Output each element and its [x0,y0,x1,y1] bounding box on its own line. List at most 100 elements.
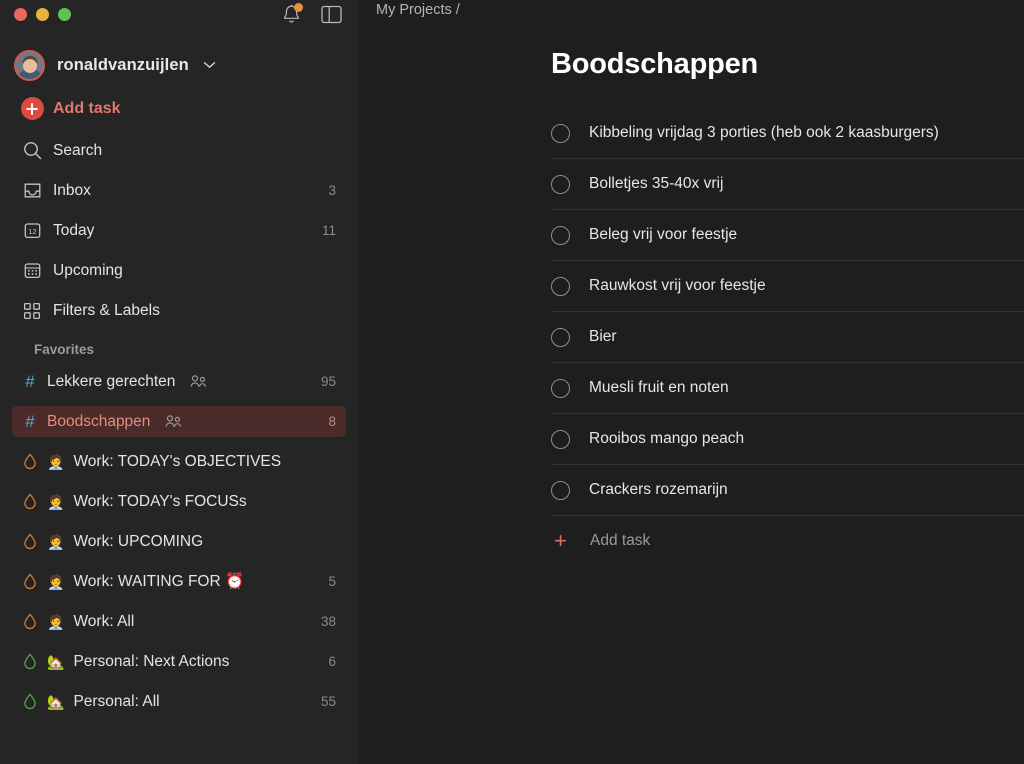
sidebar-favorite-label: Work: UPCOMING [73,532,204,550]
sidebar-favorite-item[interactable]: 🏡 Personal: All 55 [12,686,346,717]
sidebar-favorite-label: Work: TODAY's OBJECTIVES [73,452,282,470]
svg-text:12: 12 [28,227,36,236]
filter-drop-icon [24,613,36,630]
sidebar-favorite-label: Personal: Next Actions [73,652,230,670]
close-window-button[interactable] [14,7,27,21]
sidebar-item-inbox[interactable]: Inbox 3 [12,175,346,206]
project-view: Boodschappen Kibbeling vrijdag 3 porties… [358,18,1024,565]
sidebar-item-label: Today [53,221,95,239]
filter-drop-icon [24,533,36,550]
sidebar-item-label: Upcoming [53,261,123,279]
sidebar-favorite-item[interactable]: 🧑‍💼 Work: All 38 [12,606,346,637]
sidebar-item-search[interactable]: Search [12,135,346,166]
sidebar-favorite-label: Boodschappen [47,412,151,430]
task-row[interactable]: Bier [551,312,1024,363]
calendar-12-icon: 12 [24,223,40,239]
task-row[interactable]: Crackers rozemarijn [551,465,1024,516]
task-row[interactable]: Muesli fruit en noten [551,363,1024,414]
task-row[interactable]: Rooibos mango peach [551,414,1024,465]
task-label: Muesli fruit en noten [589,379,729,396]
sidebar-favorite-count: 38 [320,614,336,629]
sidebar-favorite-label: Work: All [73,612,135,630]
task-checkbox[interactable] [551,174,570,194]
sidebar-item-count: 11 [321,223,336,238]
notification-badge [294,3,303,12]
task-label: Rauwkost vrij voor feestje [589,277,766,294]
project-emoji: 🧑‍💼 [47,453,65,470]
shared-members-icon [166,415,182,427]
sidebar-favorite-label: Work: WAITING FOR ⏰ [73,573,245,590]
task-label: Crackers rozemarijn [589,481,728,498]
task-list: Kibbeling vrijdag 3 porties (heb ook 2 k… [551,108,1024,516]
sidebar-favorite-count: 55 [320,694,336,709]
task-label: Bier [589,328,617,345]
task-row[interactable]: Beleg vrij voor feestje [551,210,1024,261]
sidebar-favorite-item[interactable]: 🧑‍💼 Work: TODAY's OBJECTIVES [12,446,346,477]
sidebar-favorite-item[interactable]: 🧑‍💼 Work: UPCOMING [12,526,346,557]
sidebar-item-label: Filters & Labels [53,301,160,319]
avatar [14,49,45,81]
filter-drop-icon [24,653,36,670]
sidebar-favorite-count: 8 [328,414,336,429]
filters-labels-icon [23,302,41,319]
sidebar-item-filters-labels[interactable]: Filters & Labels [12,295,346,326]
project-emoji: 🏡 [47,653,65,670]
sidebar-item-count: 3 [328,183,336,198]
project-emoji: 🧑‍💼 [47,533,65,550]
sidebar: ronaldvanzuijlen Add task Search Inbox 3… [0,0,358,764]
maximize-window-button[interactable] [58,7,71,21]
main-content: My Projects / Boodschappen Kibbeling vri… [358,0,1024,764]
project-emoji: 🧑‍💼 [47,613,65,630]
page-title: Boodschappen [551,48,759,80]
filter-drop-icon [24,493,36,510]
filter-drop-icon [24,693,36,710]
sidebar-favorite-item[interactable]: 🏡 Personal: Next Actions 6 [12,646,346,677]
sidebar-favorite-label: Lekkere gerechten [47,372,176,390]
add-task-inline-label: Add task [590,532,651,549]
sidebar-item-label: Inbox [53,181,91,199]
sidebar-favorite-label: Personal: All [73,692,160,710]
sidebar-panel-icon[interactable] [321,5,342,24]
favorites-section-title: Favorites [34,342,95,357]
task-label: Beleg vrij voor feestje [589,226,738,243]
add-task-label: Add task [53,99,121,117]
sidebar-nav: Add task Search Inbox 3 12 Today 11 Upco… [0,93,358,717]
task-checkbox[interactable] [551,378,570,398]
task-checkbox[interactable] [551,429,570,449]
sidebar-favorite-count: 6 [328,654,336,669]
title-bar-actions [282,3,342,25]
inbox-icon [24,183,40,198]
app-window: ronaldvanzuijlen Add task Search Inbox 3… [0,0,1024,764]
breadcrumb[interactable]: My Projects / [358,0,1024,18]
sidebar-favorite-item[interactable]: # Boodschappen 8 [12,406,346,437]
sidebar-item-today[interactable]: 12 Today 11 [12,215,346,246]
task-checkbox[interactable] [551,480,570,500]
task-row[interactable]: Bolletjes 35-40x vrij [551,159,1024,210]
notifications-button[interactable] [282,3,303,25]
project-emoji: 🏡 [47,693,65,710]
task-checkbox[interactable] [551,225,570,245]
account-menu[interactable]: ronaldvanzuijlen [0,43,358,87]
sidebar-favorite-item[interactable]: 🧑‍💼 Work: TODAY's FOCUSs [12,486,346,517]
task-row[interactable]: Rauwkost vrij voor feestje [551,261,1024,312]
sidebar-favorite-count: 95 [320,374,336,389]
hash-icon: # [25,412,35,431]
chevron-down-icon [203,62,215,69]
task-row[interactable]: Kibbeling vrijdag 3 porties (heb ook 2 k… [551,108,1024,159]
shared-members-icon [191,375,207,387]
project-emoji: 🧑‍💼 [47,493,65,510]
add-task-button[interactable]: Add task [12,93,346,124]
sidebar-item-upcoming[interactable]: Upcoming [12,255,346,286]
minimize-window-button[interactable] [36,7,49,21]
task-label: Kibbeling vrijdag 3 porties (heb ook 2 k… [589,124,939,141]
sidebar-favorite-item[interactable]: 🧑‍💼 Work: WAITING FOR ⏰ 5 [12,566,346,597]
filter-drop-icon [24,573,36,590]
add-task-inline-button[interactable]: + Add task [551,517,1024,565]
username-label: ronaldvanzuijlen [57,55,189,74]
sidebar-favorite-item[interactable]: # Lekkere gerechten 95 [12,366,346,397]
task-checkbox[interactable] [551,123,570,143]
task-checkbox[interactable] [551,327,570,347]
search-icon [23,142,41,160]
sidebar-favorite-label: Work: TODAY's FOCUSs [73,492,247,510]
task-checkbox[interactable] [551,276,570,296]
